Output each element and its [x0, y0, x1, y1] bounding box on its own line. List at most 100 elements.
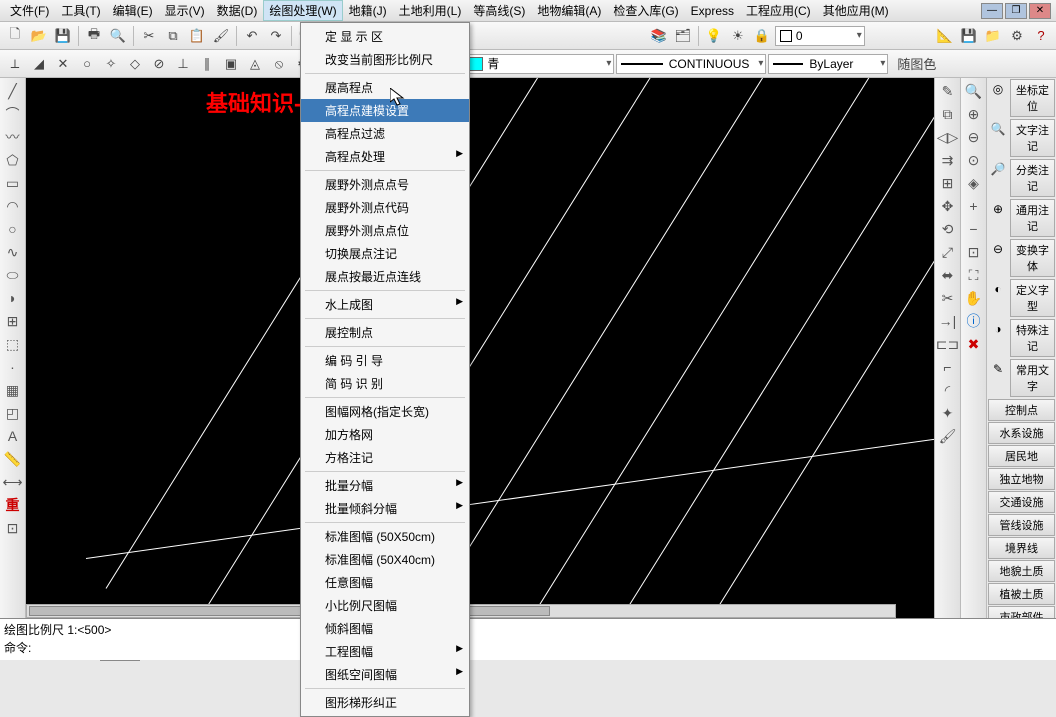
side-cat-5[interactable]: 管线设施: [988, 514, 1055, 536]
preview-icon[interactable]: 🔍: [107, 25, 129, 47]
side-cat-6[interactable]: 境界线: [988, 537, 1055, 559]
snap-node-icon[interactable]: ✧: [100, 53, 122, 75]
dropdown-item-32[interactable]: 倾斜图幅: [301, 617, 469, 640]
scale-icon[interactable]: ⤢: [937, 241, 959, 263]
explode-icon[interactable]: ✦: [937, 402, 959, 424]
dropdown-item-5[interactable]: 高程点过滤: [301, 122, 469, 145]
bulb-icon[interactable]: 💡: [703, 25, 725, 47]
pline-icon[interactable]: 〰: [2, 126, 24, 148]
undo-icon[interactable]: ↶: [241, 25, 263, 47]
move-icon[interactable]: ✥: [937, 195, 959, 217]
side-cat-8[interactable]: 植被土质: [988, 583, 1055, 605]
dropdown-item-4[interactable]: 高程点建模设置: [301, 99, 469, 122]
cut-icon[interactable]: ✂: [138, 25, 160, 47]
zoom-dyn-icon[interactable]: ⊕: [963, 103, 985, 125]
zoom-scale-icon[interactable]: ⊖: [963, 126, 985, 148]
arc-icon[interactable]: ⌒: [2, 103, 24, 125]
linetype-combo[interactable]: CONTINUOUS: [616, 54, 766, 74]
side-ico-5[interactable]: ◐: [987, 278, 1009, 300]
chamfer-icon[interactable]: ⌐: [937, 356, 959, 378]
region-icon[interactable]: ◰: [2, 402, 24, 424]
side-cat-4[interactable]: 交通设施: [988, 491, 1055, 513]
line-icon[interactable]: ╱: [2, 80, 24, 102]
side-cat-1[interactable]: 水系设施: [988, 422, 1055, 444]
zoom-all-icon[interactable]: ⊡: [963, 241, 985, 263]
dropdown-item-12[interactable]: 展点按最近点连线: [301, 265, 469, 288]
snap-ins-icon[interactable]: ▣: [220, 53, 242, 75]
open-icon[interactable]: 📂: [28, 25, 50, 47]
side-btn-1[interactable]: 文字注记: [1010, 119, 1055, 157]
bycolor-button[interactable]: 随图色: [890, 53, 943, 75]
menu-13[interactable]: 其他应用(M): [817, 0, 895, 21]
tool-a-icon[interactable]: 📐: [934, 25, 956, 47]
more-icon[interactable]: ⊡: [2, 517, 24, 539]
insert-icon[interactable]: ⊞: [2, 310, 24, 332]
fillet-icon[interactable]: ◜: [937, 379, 959, 401]
array-icon[interactable]: ⊞: [937, 172, 959, 194]
dropdown-item-22[interactable]: 加方格网: [301, 423, 469, 446]
side-btn-0[interactable]: 坐标定位: [1010, 79, 1055, 117]
dropdown-item-19[interactable]: 简 码 识 别: [301, 372, 469, 395]
dropdown-item-21[interactable]: 图幅网格(指定长宽): [301, 400, 469, 423]
side-cat-2[interactable]: 居民地: [988, 445, 1055, 467]
zoom-ext-icon[interactable]: ⛶: [963, 264, 985, 286]
window-minimize[interactable]: —: [981, 3, 1003, 19]
dropdown-item-9[interactable]: 展野外测点代码: [301, 196, 469, 219]
dropdown-item-31[interactable]: 小比例尺图幅: [301, 594, 469, 617]
dropdown-item-16[interactable]: 展控制点: [301, 321, 469, 344]
menu-3[interactable]: 显示(V): [159, 0, 211, 21]
dropdown-item-0[interactable]: 定 显 示 区: [301, 25, 469, 48]
sun-icon[interactable]: ☀: [727, 25, 749, 47]
hatch-icon[interactable]: ▦: [2, 379, 24, 401]
arc2-icon[interactable]: ◠: [2, 195, 24, 217]
paint2-icon[interactable]: 🖌: [937, 425, 959, 447]
snap-int-icon[interactable]: ✕: [52, 53, 74, 75]
side-ico-4[interactable]: ⊖: [987, 238, 1009, 260]
trim-icon[interactable]: ✂: [937, 287, 959, 309]
snap-cen-icon[interactable]: ○: [76, 53, 98, 75]
ellipsearc-icon[interactable]: ◗: [2, 287, 24, 309]
ellipse-icon[interactable]: ⬭: [2, 264, 24, 286]
menu-12[interactable]: 工程应用(C): [740, 0, 817, 21]
side-btn-6[interactable]: 特殊注记: [1010, 319, 1055, 357]
copy-icon[interactable]: ⧉: [162, 25, 184, 47]
window-restore[interactable]: ❐: [1005, 3, 1027, 19]
dropdown-item-11[interactable]: 切换展点注记: [301, 242, 469, 265]
side-ico-2[interactable]: 🔎: [987, 158, 1009, 180]
redo-icon[interactable]: ↷: [265, 25, 287, 47]
side-btn-7[interactable]: 常用文字: [1010, 359, 1055, 397]
snap-nea-icon[interactable]: ◬: [244, 53, 266, 75]
dropdown-item-18[interactable]: 编 码 引 导: [301, 349, 469, 372]
menu-0[interactable]: 文件(F): [4, 0, 55, 21]
menu-11[interactable]: Express: [685, 2, 740, 20]
menu-1[interactable]: 工具(T): [55, 0, 106, 21]
lock-icon[interactable]: 🔒: [751, 25, 773, 47]
zoom-win-icon[interactable]: 🔍: [963, 80, 985, 102]
dropdown-item-10[interactable]: 展野外测点点位: [301, 219, 469, 242]
zoom-out-icon[interactable]: −: [963, 218, 985, 240]
menu-7[interactable]: 土地利用(L): [393, 0, 468, 21]
dropdown-item-29[interactable]: 标准图幅 (50X40cm): [301, 548, 469, 571]
command-line[interactable]: 绘图比例尺 1:<500> 命令:: [0, 618, 1056, 660]
match-icon[interactable]: 🖌: [210, 25, 232, 47]
info-icon[interactable]: ⓘ: [963, 310, 985, 332]
side-cat-7[interactable]: 地貌土质: [988, 560, 1055, 582]
dropdown-item-14[interactable]: 水上成图: [301, 293, 469, 316]
menu-9[interactable]: 地物编辑(A): [531, 0, 607, 21]
rotate-icon[interactable]: ⟲: [937, 218, 959, 240]
menu-8[interactable]: 等高线(S): [467, 0, 531, 21]
side-ico-1[interactable]: 🔍: [987, 118, 1009, 140]
layer-combo[interactable]: 0: [775, 26, 865, 46]
dropdown-item-36[interactable]: 图形梯形纠正: [301, 691, 469, 714]
menu-2[interactable]: 编辑(E): [107, 0, 159, 21]
side-btn-5[interactable]: 定义字型: [1010, 279, 1055, 317]
dropdown-item-26[interactable]: 批量倾斜分幅: [301, 497, 469, 520]
measure-icon[interactable]: 📏: [2, 448, 24, 470]
block-icon[interactable]: ⬚: [2, 333, 24, 355]
snap-none-icon[interactable]: ⦸: [268, 53, 290, 75]
settings-icon[interactable]: ⚙: [1006, 25, 1028, 47]
dropdown-item-25[interactable]: 批量分幅: [301, 474, 469, 497]
text-icon[interactable]: A: [2, 425, 24, 447]
side-ico-3[interactable]: ⊕: [987, 198, 1009, 220]
snap-par-icon[interactable]: ∥: [196, 53, 218, 75]
